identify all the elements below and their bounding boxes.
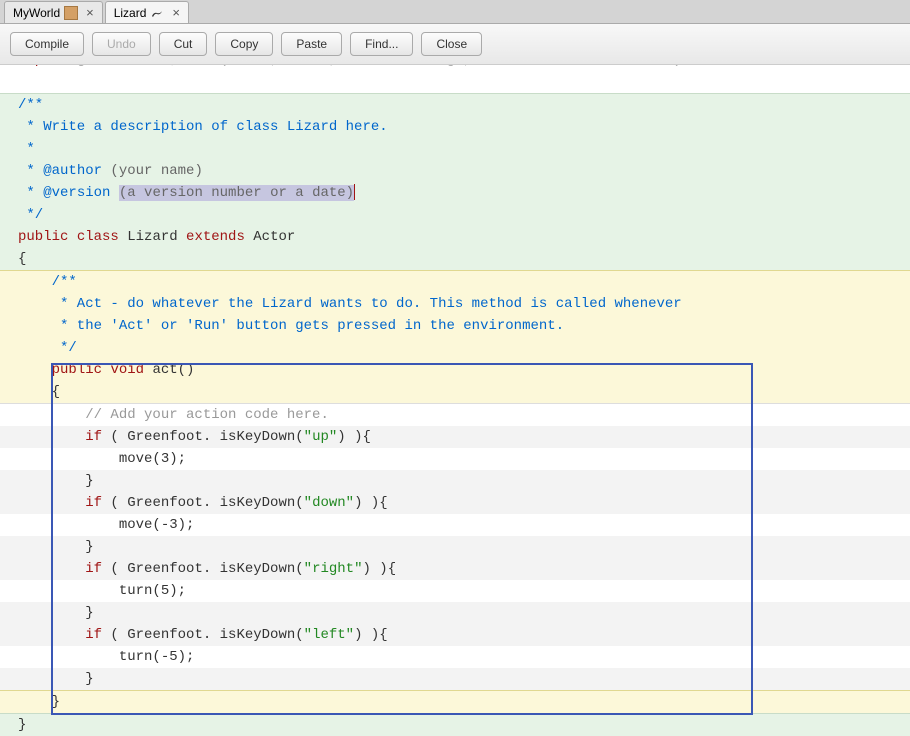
code-line: public class Lizard extends Actor	[0, 226, 910, 248]
code-editor[interactable]: import greenfoot.*; // (World, Actor, Gr…	[0, 65, 910, 736]
code-line: */	[0, 337, 910, 359]
cut-button[interactable]: Cut	[159, 32, 208, 56]
copy-button[interactable]: Copy	[215, 32, 273, 56]
code-line: }	[0, 713, 910, 736]
code-line: {	[0, 381, 910, 403]
compile-button[interactable]: Compile	[10, 32, 84, 56]
world-icon	[64, 6, 78, 20]
code-line: }	[0, 470, 910, 492]
code-line: public void act()	[0, 359, 910, 381]
code-line: if ( Greenfoot. isKeyDown("left") ){	[0, 624, 910, 646]
code-line: /**	[0, 270, 910, 293]
code-line: move(-3);	[0, 514, 910, 536]
lizard-icon	[150, 6, 164, 20]
tab-bar: MyWorld × Lizard ×	[0, 0, 910, 24]
code-line: */	[0, 204, 910, 226]
code-line: /**	[0, 93, 910, 116]
toolbar: Compile Undo Cut Copy Paste Find... Clos…	[0, 24, 910, 65]
code-line: // Add your action code here.	[0, 403, 910, 426]
code-line: if ( Greenfoot. isKeyDown("right") ){	[0, 558, 910, 580]
code-line: * @author (your name)	[0, 160, 910, 182]
code-line: move(3);	[0, 448, 910, 470]
tab-lizard[interactable]: Lizard ×	[105, 1, 189, 23]
code-line: }	[0, 602, 910, 624]
code-line: if ( Greenfoot. isKeyDown("up") ){	[0, 426, 910, 448]
find-button[interactable]: Find...	[350, 32, 413, 56]
code-line: }	[0, 536, 910, 558]
close-button[interactable]: Close	[421, 32, 482, 56]
close-icon[interactable]: ×	[172, 5, 180, 20]
code-line: * Write a description of class Lizard he…	[0, 116, 910, 138]
text-selection: (a version number or a date)	[119, 185, 354, 201]
code-line	[0, 71, 910, 93]
close-icon[interactable]: ×	[86, 5, 94, 20]
tab-label: Lizard	[114, 6, 147, 20]
undo-button[interactable]: Undo	[92, 32, 151, 56]
code-line: {	[0, 248, 910, 270]
code-line: * Act - do whatever the Lizard wants to …	[0, 293, 910, 315]
code-line: *	[0, 138, 910, 160]
paste-button[interactable]: Paste	[281, 32, 342, 56]
code-line: turn(5);	[0, 580, 910, 602]
code-line: }	[0, 690, 910, 713]
tab-myworld[interactable]: MyWorld ×	[4, 1, 103, 23]
code-line: turn(-5);	[0, 646, 910, 668]
code-line: }	[0, 668, 910, 690]
code-line: * the 'Act' or 'Run' button gets pressed…	[0, 315, 910, 337]
code-line: * @version (a version number or a date)	[0, 182, 910, 204]
tab-label: MyWorld	[13, 6, 60, 20]
code-line: if ( Greenfoot. isKeyDown("down") ){	[0, 492, 910, 514]
